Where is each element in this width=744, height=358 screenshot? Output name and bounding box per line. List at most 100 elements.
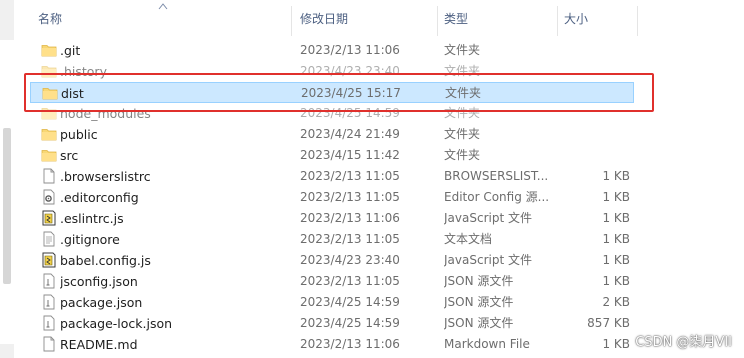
file-size: 857 KB (587, 316, 630, 330)
markdown-file-icon (41, 336, 57, 352)
js-file-icon (41, 210, 57, 226)
folder-icon (41, 147, 57, 163)
file-modified-date: 2023/2/13 11:06 (300, 211, 400, 225)
file-size: 1 KB (602, 169, 630, 183)
file-name: .browserslistrc (60, 169, 151, 184)
file-row[interactable]: jsconfig.json 2023/2/13 11:05 JSON 源文件 1 KB (30, 271, 634, 292)
file-name: .gitignore (60, 232, 120, 247)
column-header-bar: 名称 修改日期 类型 大小 (30, 0, 744, 38)
column-header-size[interactable]: 大小 (556, 0, 636, 38)
file-modified-date: 2023/4/15 11:42 (300, 148, 400, 162)
text-file-icon (41, 231, 57, 247)
file-type: JavaScript 文件 (444, 211, 532, 225)
file-modified-date: 2023/4/25 14:59 (300, 106, 400, 120)
file-size: 1 KB (602, 190, 630, 204)
file-size (560, 103, 630, 124)
file-row[interactable]: .history 2023/4/23 23:40 文件夹 (30, 61, 634, 82)
file-name: README.md (60, 337, 138, 352)
file-type: 文件夹 (444, 127, 481, 141)
json-file-icon (41, 294, 57, 310)
file-size: 1 KB (602, 337, 630, 351)
folder-icon (41, 105, 57, 121)
file-modified-date: 2023/4/24 21:49 (300, 127, 400, 141)
file-row[interactable]: package.json 2023/4/25 14:59 JSON 源文件 2 KB (30, 292, 634, 313)
file-size (560, 40, 630, 61)
file-name: .history (60, 64, 107, 79)
file-row[interactable]: public 2023/4/24 21:49 文件夹 (30, 124, 634, 145)
file-modified-date: 2023/4/25 14:59 (300, 295, 400, 309)
file-modified-date: 2023/2/13 11:05 (300, 190, 400, 204)
file-row[interactable]: package-lock.json 2023/4/25 14:59 JSON 源文件… (30, 313, 634, 334)
folder-icon (41, 126, 57, 142)
file-size: 2 KB (602, 295, 630, 309)
column-divider[interactable] (637, 6, 638, 36)
file-name: src (60, 148, 79, 163)
column-header-date[interactable]: 修改日期 (292, 0, 436, 38)
file-type: 文件夹 (444, 43, 481, 57)
scrollbar-track-bottom (0, 344, 14, 358)
file-size: 1 KB (602, 274, 630, 288)
file-row[interactable]: .git 2023/2/13 11:06 文件夹 (30, 40, 634, 61)
folder-icon (42, 85, 58, 101)
file-row[interactable]: .eslintrc.js 2023/2/13 11:06 JavaScript 文件… (30, 208, 634, 229)
file-modified-date: 2023/4/23 23:40 (300, 64, 400, 78)
file-row[interactable]: babel.config.js 2023/4/23 23:40 JavaScript… (30, 250, 634, 271)
file-icon (41, 168, 57, 184)
file-size (560, 61, 630, 82)
file-row[interactable]: dist 2023/4/25 15:17 文件夹 (30, 82, 634, 103)
file-modified-date: 2023/4/25 14:59 (300, 316, 400, 330)
js-file-icon (41, 252, 57, 268)
scrollbar-thumb[interactable] (3, 128, 11, 284)
file-row[interactable]: src 2023/4/15 11:42 文件夹 (30, 145, 634, 166)
file-type: JavaScript 文件 (444, 253, 532, 267)
file-name: .eslintrc.js (60, 211, 124, 226)
file-type: 文件夹 (444, 148, 481, 162)
file-type: 文件夹 (444, 64, 481, 78)
file-size: 1 KB (602, 253, 630, 267)
file-type: JSON 源文件 (444, 295, 514, 309)
file-name: .editorconfig (60, 190, 139, 205)
navigation-pane-scrollbar[interactable] (0, 0, 14, 358)
file-name: package.json (60, 295, 143, 310)
column-header-name[interactable]: 名称 (30, 0, 290, 38)
file-name: .git (60, 43, 81, 58)
file-type: Markdown File (444, 337, 530, 351)
file-type: BROWSERSLIST... (444, 169, 549, 183)
scrollbar-track-top (0, 0, 14, 40)
file-size (560, 145, 630, 166)
folder-icon (41, 42, 57, 58)
json-file-icon (41, 315, 57, 331)
file-row[interactable]: node_modules 2023/4/25 14:59 文件夹 (30, 103, 634, 124)
file-modified-date: 2023/4/23 23:40 (300, 253, 400, 267)
file-type: JSON 源文件 (444, 316, 514, 330)
file-size: 1 KB (602, 211, 630, 225)
file-modified-date: 2023/2/13 11:05 (300, 232, 400, 246)
file-type: 文本文档 (444, 232, 493, 246)
file-name: node_modules (60, 106, 151, 121)
file-type: 文件夹 (445, 86, 482, 100)
file-modified-date: 2023/2/13 11:06 (300, 337, 400, 351)
file-name: jsconfig.json (60, 274, 138, 289)
config-file-icon (41, 189, 57, 205)
json-file-icon (41, 273, 57, 289)
file-modified-date: 2023/2/13 11:06 (300, 43, 400, 57)
file-row[interactable]: README.md 2023/2/13 11:06 Markdown File 1 K… (30, 334, 634, 355)
file-name: babel.config.js (60, 253, 151, 268)
watermark-text: CSDN @柒月VII (635, 335, 732, 350)
file-type: 文件夹 (444, 106, 481, 120)
file-row[interactable]: .browserslistrc 2023/2/13 11:05 BROWSERSLI… (30, 166, 634, 187)
file-name: public (60, 127, 98, 142)
file-type: JSON 源文件 (444, 274, 514, 288)
file-size: 1 KB (602, 232, 630, 246)
file-name: package-lock.json (60, 316, 173, 331)
file-row[interactable]: .editorconfig 2023/2/13 11:05 Editor Confi… (30, 187, 634, 208)
file-modified-date: 2023/2/13 11:05 (300, 169, 400, 183)
file-name: dist (61, 86, 84, 101)
file-modified-date: 2023/4/25 15:17 (301, 86, 401, 100)
file-row[interactable]: .gitignore 2023/2/13 11:05 文本文档 1 KB (30, 229, 634, 250)
file-size (560, 124, 630, 145)
folder-icon (41, 63, 57, 79)
file-modified-date: 2023/2/13 11:05 (300, 274, 400, 288)
column-header-type[interactable]: 类型 (436, 0, 556, 38)
file-size (561, 83, 631, 104)
